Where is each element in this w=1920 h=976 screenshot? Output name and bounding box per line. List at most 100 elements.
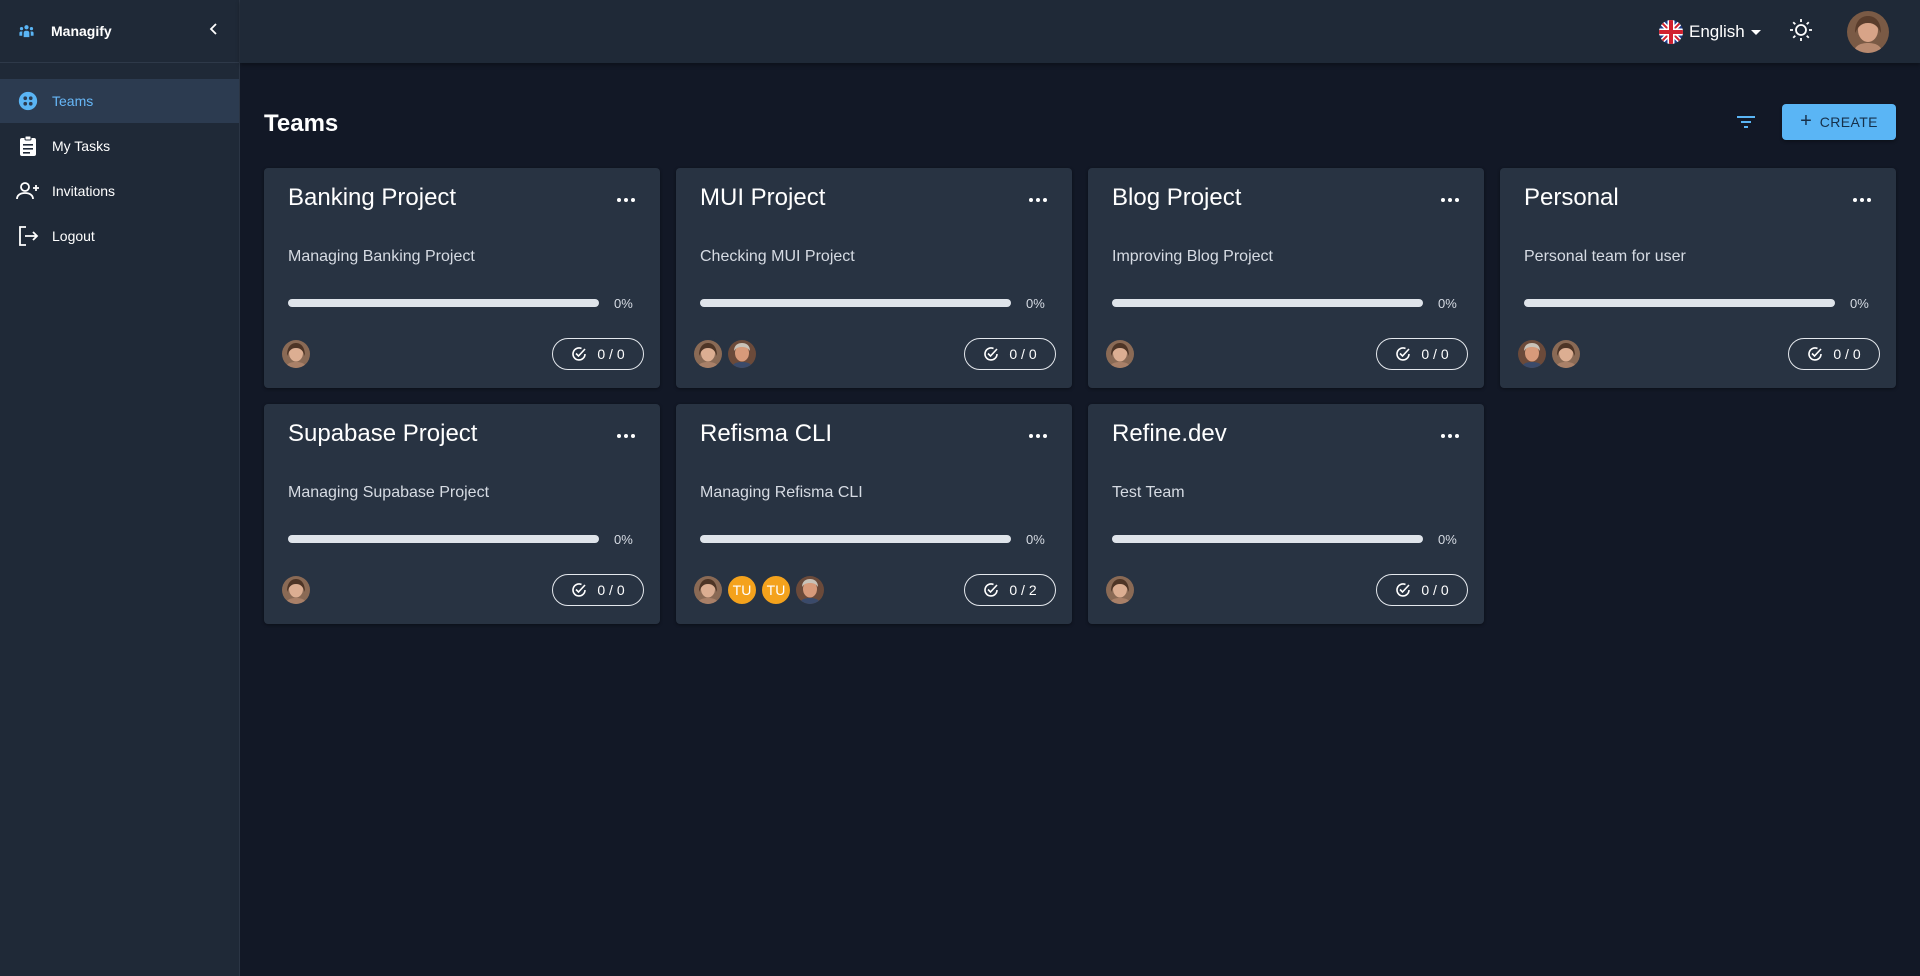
team-logo-icon xyxy=(18,23,35,40)
sidebar: Managify Teams My Tasks Invitations Logo… xyxy=(0,0,240,976)
sidebar-item-label: Logout xyxy=(52,228,95,244)
sidebar-item-logout[interactable]: Logout xyxy=(0,214,239,258)
team-members xyxy=(1516,338,1584,370)
team-menu-button[interactable] xyxy=(1024,426,1052,446)
team-menu-button[interactable] xyxy=(612,426,640,446)
task-count-chip[interactable]: 0 / 0 xyxy=(1376,338,1468,370)
team-menu-button[interactable] xyxy=(612,190,640,210)
team-progress-bar xyxy=(1112,299,1423,307)
member-avatar xyxy=(280,338,312,370)
sidebar-item-label: Invitations xyxy=(52,183,116,199)
create-button[interactable]: + CREATE xyxy=(1782,104,1896,140)
team-members xyxy=(280,574,314,606)
task-count-chip[interactable]: 0 / 2 xyxy=(964,574,1056,606)
team-description: Checking MUI Project xyxy=(700,248,855,265)
more-horizontal-icon xyxy=(1853,198,1871,202)
team-members: TU TU xyxy=(692,574,828,606)
uk-flag-icon xyxy=(1659,20,1683,44)
sun-icon xyxy=(1789,18,1813,47)
sidebar-item-invitations[interactable]: Invitations xyxy=(0,169,239,213)
team-title: Blog Project xyxy=(1112,184,1242,211)
check-circle-icon xyxy=(572,347,587,361)
sidebar-item-teams[interactable]: Teams xyxy=(0,79,239,123)
member-avatar xyxy=(1104,574,1136,606)
team-menu-button[interactable] xyxy=(1436,190,1464,210)
task-count-chip[interactable]: 0 / 0 xyxy=(1376,574,1468,606)
task-count-chip[interactable]: 0 / 0 xyxy=(964,338,1056,370)
team-title: MUI Project xyxy=(700,184,826,211)
team-progress-bar xyxy=(288,535,599,543)
team-progress-label: 0% xyxy=(1438,296,1457,311)
team-progress-label: 0% xyxy=(1026,532,1045,547)
team-card[interactable]: Banking Project Managing Banking Project… xyxy=(264,168,660,388)
more-horizontal-icon xyxy=(617,198,635,202)
team-title: Refisma CLI xyxy=(700,420,833,447)
team-menu-button[interactable] xyxy=(1848,190,1876,210)
task-count: 0 / 0 xyxy=(1833,346,1861,362)
task-count: 0 / 0 xyxy=(597,582,625,598)
page-title: Teams xyxy=(264,110,339,137)
team-card[interactable]: MUI Project Checking MUI Project 0% 0 / … xyxy=(676,168,1072,388)
team-progress-bar xyxy=(1524,299,1835,307)
task-count-chip[interactable]: 0 / 0 xyxy=(552,574,644,606)
language-selector[interactable]: English xyxy=(1659,20,1761,44)
team-progress-bar xyxy=(288,299,599,307)
team-progress-label: 0% xyxy=(614,532,633,547)
clipboard-icon xyxy=(16,134,40,158)
task-count-chip[interactable]: 0 / 0 xyxy=(552,338,644,370)
caret-down-icon xyxy=(1750,29,1761,35)
teams-icon xyxy=(16,89,40,113)
team-members xyxy=(692,338,760,370)
team-card[interactable]: Personal Personal team for user 0% 0 / 0 xyxy=(1500,168,1896,388)
member-avatar xyxy=(692,338,724,370)
team-description: Improving Blog Project xyxy=(1112,248,1273,265)
more-horizontal-icon xyxy=(1029,434,1047,438)
team-menu-button[interactable] xyxy=(1024,190,1052,210)
chevron-left-icon xyxy=(208,22,220,40)
team-card[interactable]: Supabase Project Managing Supabase Proje… xyxy=(264,404,660,624)
team-card[interactable]: Refine.dev Test Team 0% 0 / 0 xyxy=(1088,404,1484,624)
app-name: Managify xyxy=(51,23,112,39)
team-members xyxy=(1104,338,1138,370)
team-members xyxy=(1104,574,1138,606)
team-title: Refine.dev xyxy=(1112,420,1227,447)
team-progress-label: 0% xyxy=(614,296,633,311)
task-count: 0 / 2 xyxy=(1009,582,1037,598)
collapse-sidebar-button[interactable] xyxy=(204,21,224,41)
team-progress-bar xyxy=(700,535,1011,543)
filter-button[interactable] xyxy=(1732,111,1760,137)
more-horizontal-icon xyxy=(1441,434,1459,438)
team-card[interactable]: Blog Project Improving Blog Project 0% 0… xyxy=(1088,168,1484,388)
person-add-icon xyxy=(16,179,40,203)
team-progress-label: 0% xyxy=(1850,296,1869,311)
more-horizontal-icon xyxy=(617,434,635,438)
member-avatar xyxy=(280,574,312,606)
team-card[interactable]: Refisma CLI Managing Refisma CLI 0% TU TU… xyxy=(676,404,1072,624)
member-avatar xyxy=(1550,338,1582,370)
task-count: 0 / 0 xyxy=(597,346,625,362)
task-count-chip[interactable]: 0 / 0 xyxy=(1788,338,1880,370)
user-avatar[interactable] xyxy=(1847,11,1889,53)
theme-toggle-button[interactable] xyxy=(1788,18,1814,47)
member-avatar xyxy=(726,338,758,370)
team-title: Personal xyxy=(1524,184,1619,211)
check-circle-icon xyxy=(572,583,587,597)
sidebar-item-my-tasks[interactable]: My Tasks xyxy=(0,124,239,168)
logout-icon xyxy=(16,224,40,248)
team-description: Personal team for user xyxy=(1524,248,1686,265)
team-progress-label: 0% xyxy=(1438,532,1457,547)
sidebar-item-label: Teams xyxy=(52,93,94,109)
plus-icon: + xyxy=(1800,110,1812,132)
team-description: Test Team xyxy=(1112,484,1185,501)
team-description: Managing Banking Project xyxy=(288,248,475,265)
team-title: Banking Project xyxy=(288,184,457,211)
team-title: Supabase Project xyxy=(288,420,478,447)
team-menu-button[interactable] xyxy=(1436,426,1464,446)
sidebar-nav: Teams My Tasks Invitations Logout xyxy=(0,79,239,258)
member-avatar xyxy=(692,574,724,606)
check-circle-icon xyxy=(1808,347,1823,361)
member-avatar-initials: TU xyxy=(760,574,792,606)
check-circle-icon xyxy=(984,347,999,361)
task-count: 0 / 0 xyxy=(1421,582,1449,598)
task-count: 0 / 0 xyxy=(1421,346,1449,362)
